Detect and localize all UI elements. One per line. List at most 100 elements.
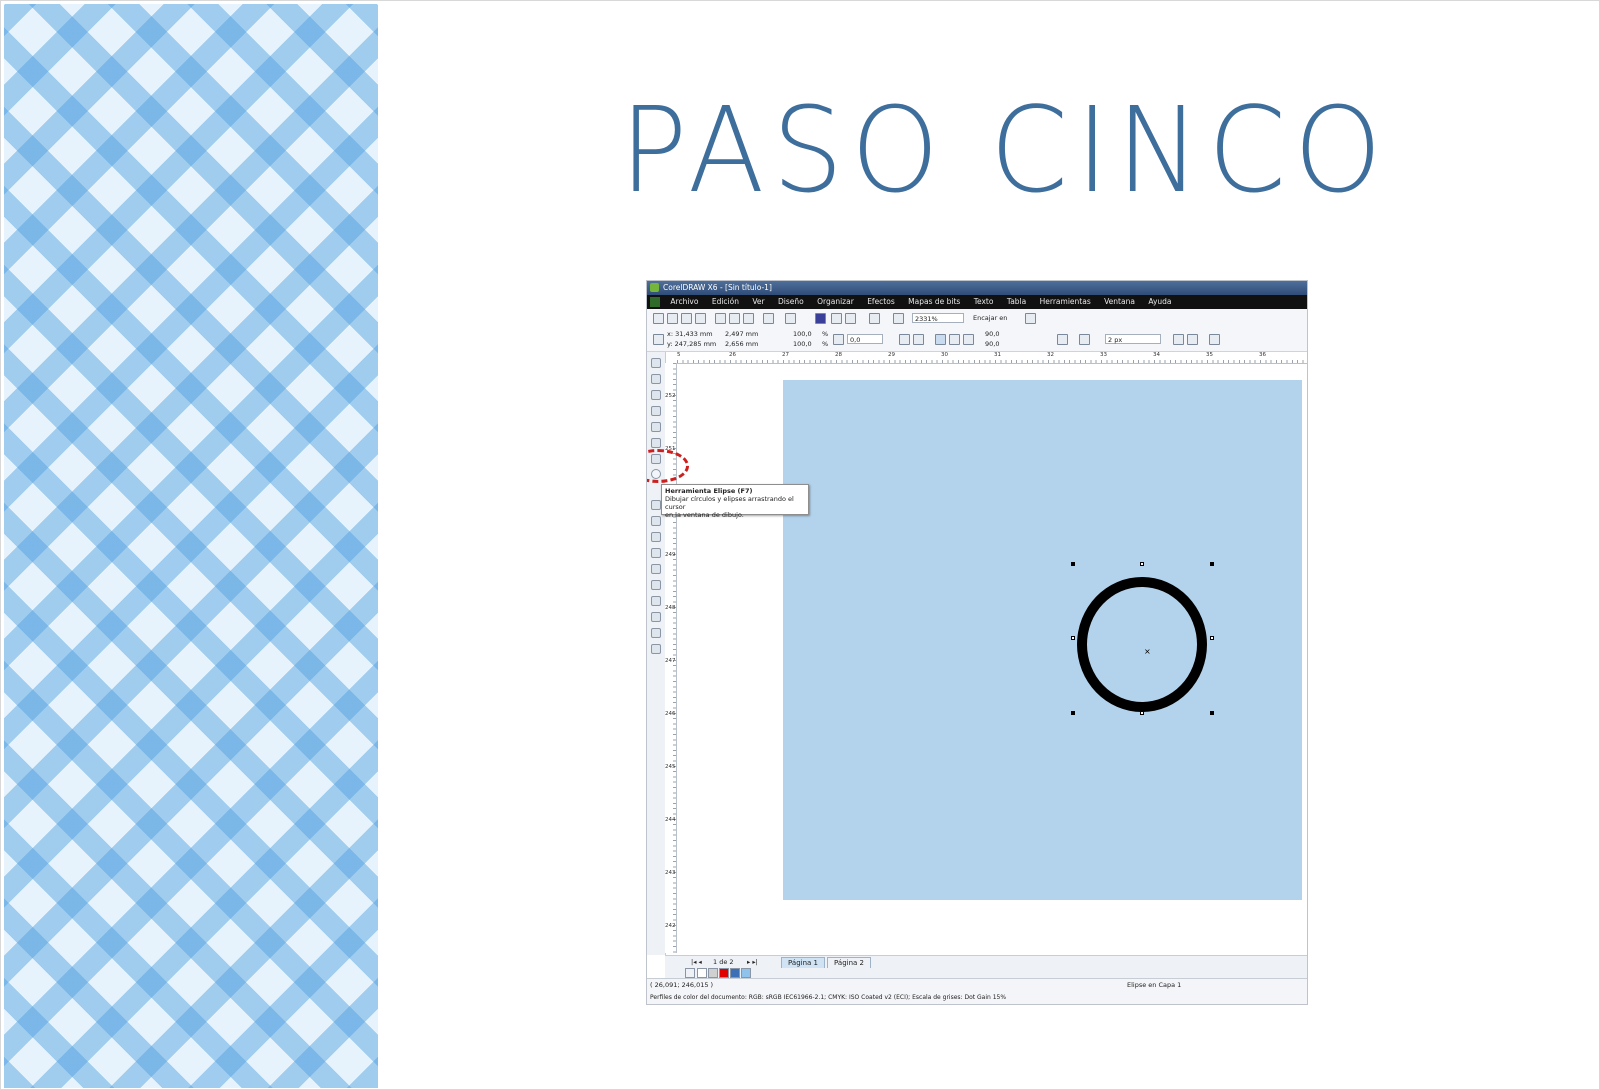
- ruler-tick-label: 29: [888, 352, 895, 358]
- publish-pdf-icon[interactable]: [869, 313, 880, 324]
- pos-x-field[interactable]: x: 31,433 mm: [667, 330, 713, 338]
- application-launcher-icon[interactable]: [893, 313, 904, 324]
- palette-swatch[interactable]: [708, 968, 718, 978]
- window-titlebar: CorelDRAW X6 - [Sin título-1]: [647, 281, 1307, 295]
- zoom-tool-icon[interactable]: [651, 406, 661, 416]
- menu-ver[interactable]: Ver: [752, 297, 764, 306]
- palette-swatch[interactable]: [719, 968, 729, 978]
- no-color-swatch[interactable]: [685, 968, 695, 978]
- color-profile-info[interactable]: Perfiles de color del documento: RGB: sR…: [650, 994, 1006, 1001]
- to-front-icon[interactable]: [1173, 334, 1184, 345]
- outline-width-select[interactable]: 2 px: [1105, 334, 1161, 344]
- direction-icon[interactable]: [1057, 334, 1068, 345]
- rotation-field[interactable]: 0,0: [847, 334, 883, 344]
- ruler-tick-label: 27: [782, 352, 789, 358]
- new-icon[interactable]: [653, 313, 664, 324]
- scale-height-field[interactable]: 100,0: [793, 340, 812, 348]
- gingham-pattern-panel: [4, 4, 378, 1088]
- search-content-icon[interactable]: [815, 313, 826, 324]
- selection-handle[interactable]: [1140, 711, 1144, 715]
- selection-handle[interactable]: [1140, 562, 1144, 566]
- menu-archivo[interactable]: Archivo: [670, 297, 698, 306]
- selection-handle[interactable]: [1210, 636, 1214, 640]
- mirror-vertical-icon[interactable]: [913, 334, 924, 345]
- menu-mapas-de-bits[interactable]: Mapas de bits: [908, 297, 960, 306]
- coreldraw-screenshot: CorelDRAW X6 - [Sin título-1] Archivo Ed…: [646, 280, 1308, 1005]
- selection-handle[interactable]: [1210, 562, 1214, 566]
- palette-swatch[interactable]: [730, 968, 740, 978]
- eyedropper-tool-icon[interactable]: [651, 612, 661, 622]
- save-icon[interactable]: [681, 313, 692, 324]
- ellipse-object[interactable]: [1077, 577, 1207, 712]
- dimension-tool-icon[interactable]: [651, 548, 661, 558]
- options-icon[interactable]: [1025, 313, 1036, 324]
- connector-tool-icon[interactable]: [651, 564, 661, 574]
- fill-tool-icon[interactable]: [651, 644, 661, 654]
- wrap-text-icon[interactable]: [1079, 334, 1090, 345]
- center-mark-icon: ×: [1144, 647, 1151, 656]
- horizontal-ruler[interactable]: 5 26 27 28 29 30 31 32 33 34 35 36: [677, 352, 1307, 364]
- undo-icon[interactable]: [763, 313, 774, 324]
- cut-icon[interactable]: [715, 313, 726, 324]
- ruler-tick-label: 252: [665, 393, 676, 399]
- menu-ventana[interactable]: Ventana: [1104, 297, 1135, 306]
- snap-to-dropdown[interactable]: Encajar en: [973, 314, 1007, 322]
- text-tool-icon[interactable]: [651, 516, 661, 526]
- blend-tool-icon[interactable]: [651, 580, 661, 590]
- ruler-tick-label: 249: [665, 552, 676, 558]
- menu-texto[interactable]: Texto: [974, 297, 994, 306]
- outline-tool-icon[interactable]: [651, 628, 661, 638]
- polygon-tool-icon[interactable]: [651, 500, 661, 510]
- open-icon[interactable]: [667, 313, 678, 324]
- palette-swatch[interactable]: [697, 968, 707, 978]
- end-angle-field[interactable]: 90,0: [985, 340, 999, 348]
- ruler-tick-label: 5: [677, 352, 681, 358]
- menu-efectos[interactable]: Efectos: [867, 297, 895, 306]
- ruler-tick-label: 242: [665, 923, 676, 929]
- menu-organizar[interactable]: Organizar: [817, 297, 854, 306]
- menu-diseno[interactable]: Diseño: [778, 297, 804, 306]
- ruler-tick-label: 243: [665, 870, 676, 876]
- menu-herramientas[interactable]: Herramientas: [1040, 297, 1091, 306]
- start-angle-field[interactable]: 90,0: [985, 330, 999, 338]
- menu-ayuda[interactable]: Ayuda: [1148, 297, 1171, 306]
- selection-handle[interactable]: [1210, 711, 1214, 715]
- height-field[interactable]: 2,656 mm: [725, 340, 758, 348]
- selection-handle[interactable]: [1071, 636, 1075, 640]
- pos-y-field[interactable]: y: 247,285 mm: [667, 340, 716, 348]
- table-tool-icon[interactable]: [651, 532, 661, 542]
- convert-to-curves-icon[interactable]: [1209, 334, 1220, 345]
- mirror-horizontal-icon[interactable]: [899, 334, 910, 345]
- lock-ratio-icon[interactable]: [833, 334, 844, 345]
- menu-tabla[interactable]: Tabla: [1007, 297, 1026, 306]
- ruler-tick-label: 34: [1153, 352, 1160, 358]
- smart-fill-tool-icon[interactable]: [651, 438, 661, 448]
- ellipse-mode-icon[interactable]: [935, 334, 946, 345]
- width-field[interactable]: 2,497 mm: [725, 330, 758, 338]
- shape-tool-icon[interactable]: [651, 374, 661, 384]
- tooltip-line-2: en la ventana de dibujo.: [665, 511, 744, 519]
- blue-page-background[interactable]: ×: [783, 380, 1302, 900]
- copy-icon[interactable]: [729, 313, 740, 324]
- transparency-tool-icon[interactable]: [651, 596, 661, 606]
- zoom-level-select[interactable]: 2331%: [912, 313, 964, 323]
- pie-mode-icon[interactable]: [949, 334, 960, 345]
- menu-edicion[interactable]: Edición: [712, 297, 739, 306]
- arc-mode-icon[interactable]: [963, 334, 974, 345]
- export-icon[interactable]: [845, 313, 856, 324]
- crop-tool-icon[interactable]: [651, 390, 661, 400]
- palette-swatch[interactable]: [741, 968, 751, 978]
- ruler-tick-label: 30: [941, 352, 948, 358]
- pick-tool-icon[interactable]: [651, 358, 661, 368]
- scale-width-field[interactable]: 100,0: [793, 330, 812, 338]
- redo-icon[interactable]: [785, 313, 796, 324]
- tooltip-title: Herramienta Elipse (F7): [665, 487, 753, 495]
- selection-handle[interactable]: [1071, 711, 1075, 715]
- selection-handle[interactable]: [1071, 562, 1075, 566]
- print-icon[interactable]: [695, 313, 706, 324]
- import-icon[interactable]: [831, 313, 842, 324]
- to-back-icon[interactable]: [1187, 334, 1198, 345]
- freehand-tool-icon[interactable]: [651, 422, 661, 432]
- paste-icon[interactable]: [743, 313, 754, 324]
- drawing-window[interactable]: ×: [677, 364, 1307, 953]
